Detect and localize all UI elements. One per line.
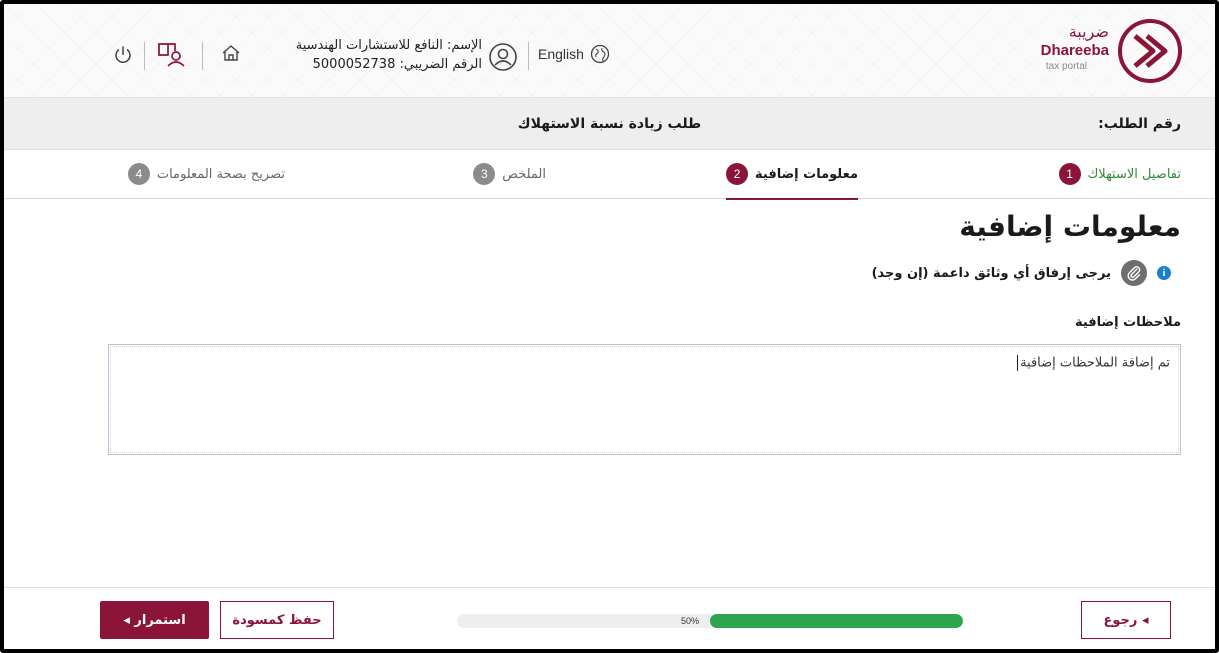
language-switch[interactable]: English xyxy=(538,44,610,64)
paperclip-icon xyxy=(1127,266,1141,281)
text-caret xyxy=(1017,355,1019,371)
switch-account-icon[interactable] xyxy=(156,40,186,68)
notes-textarea[interactable]: تم إضافة الملاحظات إضافية xyxy=(108,344,1181,455)
logo-arabic-text: ضريبة xyxy=(1068,22,1109,41)
info-icon[interactable]: i xyxy=(1157,266,1171,280)
step-additional-info[interactable]: 2 معلومات إضافية xyxy=(726,163,858,185)
step-number: 2 xyxy=(726,163,749,185)
logo-english-text: Dhareeba xyxy=(1040,42,1109,59)
notes-label: ملاحظات إضافية xyxy=(1074,315,1181,330)
step-declaration[interactable]: 4 تصريح بصحة المعلومات xyxy=(127,163,285,185)
progress-fill xyxy=(710,614,963,628)
footer-bar: استمرار ◂ حفظ كمسودة 50% ◂ رجوع xyxy=(4,587,1215,649)
user-avatar-icon xyxy=(489,43,517,71)
step-number: 4 xyxy=(127,163,150,185)
step-number: 3 xyxy=(473,163,496,185)
request-title: طلب زيادة نسبة الاستهلاك xyxy=(517,116,702,132)
notes-value: تم إضافة الملاحظات إضافية xyxy=(1020,355,1170,371)
attachment-instruction: يرجى إرفاق أي وثائق داعمة (إن وجد) xyxy=(871,265,1111,281)
app-window: ضريبة Dhareeba tax portal English الإسم:… xyxy=(0,0,1219,653)
wizard-steps: 1 تفاصيل الاستهلاك 2 معلومات إضافية 3 ال… xyxy=(4,151,1215,199)
request-bar: رقم الطلب: طلب زيادة نسبة الاستهلاك xyxy=(4,98,1215,150)
step-label: الملخص xyxy=(502,166,546,182)
power-icon[interactable] xyxy=(112,44,134,66)
progress-percent: 50% xyxy=(681,616,700,626)
header-divider xyxy=(528,42,529,70)
step-label: تصريح بصحة المعلومات xyxy=(156,166,285,182)
header-divider xyxy=(144,42,145,70)
attachment-row: يرجى إرفاق أي وثائق داعمة (إن وجد) i xyxy=(872,260,1181,286)
back-button[interactable]: ◂ رجوع xyxy=(1081,601,1171,639)
step-label: تفاصيل الاستهلاك xyxy=(1087,166,1181,182)
dhareeba-logo-mark-icon xyxy=(1118,19,1182,83)
taxpayer-name: الإسم: النافع للاستشارات الهندسية xyxy=(295,38,482,53)
home-icon[interactable] xyxy=(220,42,242,64)
attach-file-button[interactable] xyxy=(1121,260,1147,286)
continue-button[interactable]: استمرار ◂ xyxy=(100,601,209,639)
save-draft-button[interactable]: حفظ كمسودة xyxy=(220,601,334,639)
step-number: 1 xyxy=(1058,163,1081,185)
header-divider xyxy=(202,42,203,70)
globe-icon xyxy=(590,44,610,64)
step-label: معلومات إضافية xyxy=(755,166,858,182)
step-summary[interactable]: 3 الملخص xyxy=(473,163,546,185)
language-label: English xyxy=(538,46,584,62)
page-title: معلومات إضافية xyxy=(959,210,1181,243)
progress-bar xyxy=(457,614,963,628)
active-step-indicator xyxy=(726,198,858,200)
step-consumption-details[interactable]: 1 تفاصيل الاستهلاك xyxy=(1058,163,1181,185)
dhareeba-logo[interactable]: ضريبة Dhareeba tax portal xyxy=(1023,18,1183,88)
top-header: ضريبة Dhareeba tax portal English الإسم:… xyxy=(4,4,1215,98)
tax-number: الرقم الضريبي: 5000052738 xyxy=(312,57,482,72)
logo-tagline: tax portal xyxy=(1045,61,1087,72)
